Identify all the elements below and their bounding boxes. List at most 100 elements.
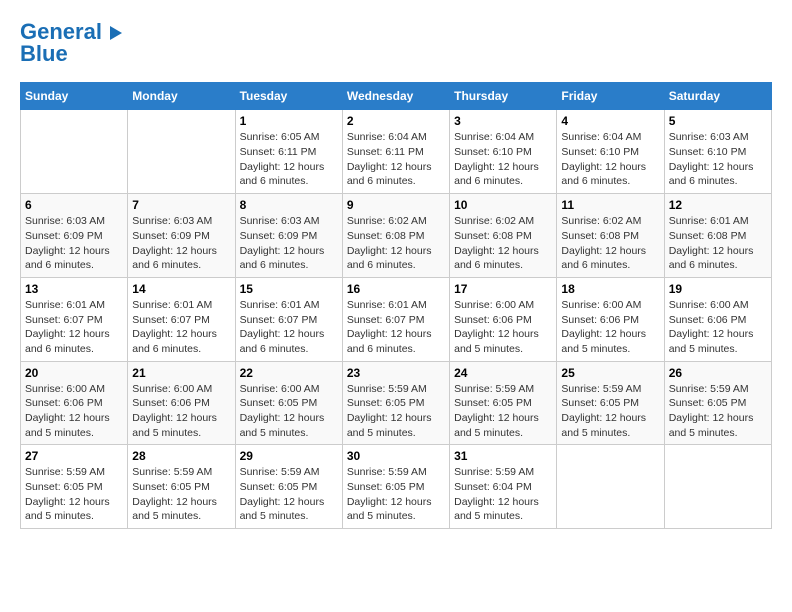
- calendar-cell: 21 Sunrise: 6:00 AMSunset: 6:06 PMDaylig…: [128, 361, 235, 445]
- day-number: 9: [347, 198, 445, 212]
- day-number: 1: [240, 114, 338, 128]
- day-info: Sunrise: 6:04 AMSunset: 6:10 PMDaylight:…: [454, 131, 539, 187]
- day-number: 11: [561, 198, 659, 212]
- calendar-cell: 1 Sunrise: 6:05 AMSunset: 6:11 PMDayligh…: [235, 110, 342, 194]
- day-info: Sunrise: 6:00 AMSunset: 6:06 PMDaylight:…: [454, 299, 539, 355]
- calendar-week-row: 1 Sunrise: 6:05 AMSunset: 6:11 PMDayligh…: [21, 110, 772, 194]
- calendar-cell: 31 Sunrise: 5:59 AMSunset: 6:04 PMDaylig…: [450, 445, 557, 529]
- calendar-cell: 26 Sunrise: 5:59 AMSunset: 6:05 PMDaylig…: [664, 361, 771, 445]
- day-info: Sunrise: 6:03 AMSunset: 6:09 PMDaylight:…: [25, 215, 110, 271]
- day-info: Sunrise: 6:00 AMSunset: 6:06 PMDaylight:…: [561, 299, 646, 355]
- weekday-header-tuesday: Tuesday: [235, 83, 342, 110]
- day-number: 6: [25, 198, 123, 212]
- calendar-cell: 20 Sunrise: 6:00 AMSunset: 6:06 PMDaylig…: [21, 361, 128, 445]
- day-info: Sunrise: 6:03 AMSunset: 6:09 PMDaylight:…: [240, 215, 325, 271]
- calendar-cell: 11 Sunrise: 6:02 AMSunset: 6:08 PMDaylig…: [557, 194, 664, 278]
- calendar-week-row: 27 Sunrise: 5:59 AMSunset: 6:05 PMDaylig…: [21, 445, 772, 529]
- day-number: 22: [240, 366, 338, 380]
- day-info: Sunrise: 6:05 AMSunset: 6:11 PMDaylight:…: [240, 131, 325, 187]
- calendar-week-row: 13 Sunrise: 6:01 AMSunset: 6:07 PMDaylig…: [21, 277, 772, 361]
- calendar-week-row: 6 Sunrise: 6:03 AMSunset: 6:09 PMDayligh…: [21, 194, 772, 278]
- calendar-cell: 8 Sunrise: 6:03 AMSunset: 6:09 PMDayligh…: [235, 194, 342, 278]
- page-header: General Blue: [20, 20, 772, 66]
- day-info: Sunrise: 6:00 AMSunset: 6:05 PMDaylight:…: [240, 383, 325, 439]
- day-number: 18: [561, 282, 659, 296]
- day-number: 29: [240, 449, 338, 463]
- day-info: Sunrise: 5:59 AMSunset: 6:05 PMDaylight:…: [347, 383, 432, 439]
- weekday-header-monday: Monday: [128, 83, 235, 110]
- day-number: 17: [454, 282, 552, 296]
- day-number: 2: [347, 114, 445, 128]
- day-number: 23: [347, 366, 445, 380]
- day-info: Sunrise: 5:59 AMSunset: 6:05 PMDaylight:…: [669, 383, 754, 439]
- calendar-cell: 29 Sunrise: 5:59 AMSunset: 6:05 PMDaylig…: [235, 445, 342, 529]
- calendar-cell: [128, 110, 235, 194]
- calendar-cell: 14 Sunrise: 6:01 AMSunset: 6:07 PMDaylig…: [128, 277, 235, 361]
- day-info: Sunrise: 6:03 AMSunset: 6:10 PMDaylight:…: [669, 131, 754, 187]
- day-number: 10: [454, 198, 552, 212]
- calendar-cell: 5 Sunrise: 6:03 AMSunset: 6:10 PMDayligh…: [664, 110, 771, 194]
- weekday-header-wednesday: Wednesday: [342, 83, 449, 110]
- calendar-table: SundayMondayTuesdayWednesdayThursdayFrid…: [20, 82, 772, 529]
- day-info: Sunrise: 6:02 AMSunset: 6:08 PMDaylight:…: [454, 215, 539, 271]
- day-info: Sunrise: 5:59 AMSunset: 6:05 PMDaylight:…: [132, 466, 217, 522]
- calendar-cell: 4 Sunrise: 6:04 AMSunset: 6:10 PMDayligh…: [557, 110, 664, 194]
- day-info: Sunrise: 5:59 AMSunset: 6:05 PMDaylight:…: [561, 383, 646, 439]
- calendar-cell: 30 Sunrise: 5:59 AMSunset: 6:05 PMDaylig…: [342, 445, 449, 529]
- day-number: 19: [669, 282, 767, 296]
- day-info: Sunrise: 6:04 AMSunset: 6:10 PMDaylight:…: [561, 131, 646, 187]
- logo: General Blue: [20, 20, 122, 66]
- calendar-cell: 25 Sunrise: 5:59 AMSunset: 6:05 PMDaylig…: [557, 361, 664, 445]
- day-number: 7: [132, 198, 230, 212]
- calendar-cell: 28 Sunrise: 5:59 AMSunset: 6:05 PMDaylig…: [128, 445, 235, 529]
- calendar-cell: 17 Sunrise: 6:00 AMSunset: 6:06 PMDaylig…: [450, 277, 557, 361]
- day-info: Sunrise: 6:01 AMSunset: 6:07 PMDaylight:…: [347, 299, 432, 355]
- calendar-cell: 7 Sunrise: 6:03 AMSunset: 6:09 PMDayligh…: [128, 194, 235, 278]
- day-number: 15: [240, 282, 338, 296]
- calendar-header-row: SundayMondayTuesdayWednesdayThursdayFrid…: [21, 83, 772, 110]
- day-info: Sunrise: 6:01 AMSunset: 6:08 PMDaylight:…: [669, 215, 754, 271]
- calendar-cell: 27 Sunrise: 5:59 AMSunset: 6:05 PMDaylig…: [21, 445, 128, 529]
- calendar-cell: 10 Sunrise: 6:02 AMSunset: 6:08 PMDaylig…: [450, 194, 557, 278]
- calendar-cell: 13 Sunrise: 6:01 AMSunset: 6:07 PMDaylig…: [21, 277, 128, 361]
- weekday-header-friday: Friday: [557, 83, 664, 110]
- day-number: 28: [132, 449, 230, 463]
- day-number: 27: [25, 449, 123, 463]
- day-info: Sunrise: 6:03 AMSunset: 6:09 PMDaylight:…: [132, 215, 217, 271]
- day-number: 14: [132, 282, 230, 296]
- day-info: Sunrise: 6:01 AMSunset: 6:07 PMDaylight:…: [240, 299, 325, 355]
- day-info: Sunrise: 5:59 AMSunset: 6:05 PMDaylight:…: [240, 466, 325, 522]
- day-number: 31: [454, 449, 552, 463]
- calendar-cell: 6 Sunrise: 6:03 AMSunset: 6:09 PMDayligh…: [21, 194, 128, 278]
- weekday-header-saturday: Saturday: [664, 83, 771, 110]
- day-number: 8: [240, 198, 338, 212]
- day-info: Sunrise: 6:00 AMSunset: 6:06 PMDaylight:…: [669, 299, 754, 355]
- day-info: Sunrise: 6:02 AMSunset: 6:08 PMDaylight:…: [561, 215, 646, 271]
- day-number: 16: [347, 282, 445, 296]
- calendar-cell: [557, 445, 664, 529]
- day-info: Sunrise: 5:59 AMSunset: 6:05 PMDaylight:…: [347, 466, 432, 522]
- day-number: 24: [454, 366, 552, 380]
- day-number: 30: [347, 449, 445, 463]
- day-number: 20: [25, 366, 123, 380]
- calendar-cell: 9 Sunrise: 6:02 AMSunset: 6:08 PMDayligh…: [342, 194, 449, 278]
- calendar-cell: 19 Sunrise: 6:00 AMSunset: 6:06 PMDaylig…: [664, 277, 771, 361]
- calendar-cell: 22 Sunrise: 6:00 AMSunset: 6:05 PMDaylig…: [235, 361, 342, 445]
- calendar-cell: 23 Sunrise: 5:59 AMSunset: 6:05 PMDaylig…: [342, 361, 449, 445]
- day-info: Sunrise: 6:01 AMSunset: 6:07 PMDaylight:…: [132, 299, 217, 355]
- day-info: Sunrise: 5:59 AMSunset: 6:04 PMDaylight:…: [454, 466, 539, 522]
- day-number: 12: [669, 198, 767, 212]
- day-number: 4: [561, 114, 659, 128]
- day-number: 21: [132, 366, 230, 380]
- calendar-cell: 18 Sunrise: 6:00 AMSunset: 6:06 PMDaylig…: [557, 277, 664, 361]
- day-number: 3: [454, 114, 552, 128]
- day-info: Sunrise: 6:04 AMSunset: 6:11 PMDaylight:…: [347, 131, 432, 187]
- day-info: Sunrise: 5:59 AMSunset: 6:05 PMDaylight:…: [454, 383, 539, 439]
- day-number: 26: [669, 366, 767, 380]
- calendar-cell: 2 Sunrise: 6:04 AMSunset: 6:11 PMDayligh…: [342, 110, 449, 194]
- day-info: Sunrise: 6:00 AMSunset: 6:06 PMDaylight:…: [132, 383, 217, 439]
- calendar-cell: 12 Sunrise: 6:01 AMSunset: 6:08 PMDaylig…: [664, 194, 771, 278]
- day-info: Sunrise: 5:59 AMSunset: 6:05 PMDaylight:…: [25, 466, 110, 522]
- calendar-cell: [21, 110, 128, 194]
- calendar-cell: [664, 445, 771, 529]
